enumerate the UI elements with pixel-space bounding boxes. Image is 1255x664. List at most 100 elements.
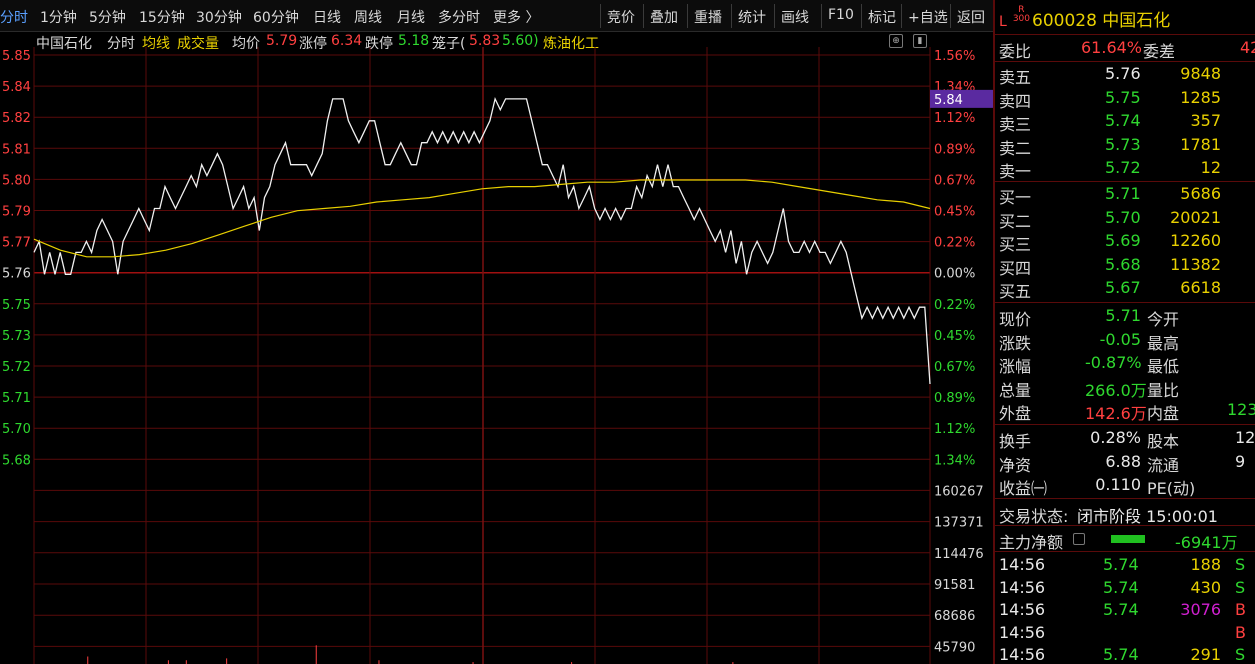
pct-tick: 0.67% (934, 173, 975, 188)
tick-time: 14:56 (999, 600, 1046, 619)
bid-price: 5.70 (1105, 207, 1141, 227)
toolbar-button-3[interactable]: 统计 (738, 7, 766, 27)
volume-tick: 137371 (934, 516, 984, 531)
toolbar-button-7[interactable]: +自选 (908, 7, 948, 27)
tick-time: 14:56 (999, 555, 1046, 574)
ask-label: 卖五 (999, 68, 1032, 87)
divider (995, 34, 1255, 35)
period-tab-3[interactable]: 15分钟 (139, 7, 185, 27)
ask-row: 卖一 5.72 12 (995, 156, 1255, 181)
fund-row: 净资 6.88 流通 9 (995, 450, 1255, 475)
bid-row: 买一 5.71 5686 (995, 182, 1255, 207)
bid-vol: 5686 (1180, 184, 1221, 203)
period-toolbar: 分时 1分钟 5分钟 15分钟 30分钟 60分钟 日线 周线 月线 多分时 更多 〉 竞价 叠加 重播统… (0, 0, 993, 32)
volume-tick: 68686 (934, 609, 975, 624)
mainforce-label: 主力净额 (999, 533, 1064, 552)
quote-value: -0.05 (1099, 329, 1141, 349)
ask-vol: 12 (1200, 158, 1221, 177)
tick-row: 14:56 5.74 3076 B (995, 598, 1255, 621)
pct-tick: 0.22% (934, 298, 975, 313)
tick-vol: 3076 (1180, 600, 1221, 619)
period-tab-8[interactable]: 月线 (397, 7, 425, 27)
toolbar-button-2[interactable]: 重播 (694, 7, 722, 27)
tick-price: 5.74 (1103, 600, 1139, 619)
price-tick: 5.85 (2, 49, 31, 64)
price-tick: 5.70 (2, 422, 31, 437)
fund-label: 收益㈠ (999, 479, 1048, 498)
bid-price: 5.69 (1105, 231, 1141, 250)
quote-row: 总量 266.0万 量比 (995, 375, 1255, 400)
period-tab-2[interactable]: 5分钟 (89, 7, 126, 27)
bid-vol: 12260 (1170, 231, 1221, 250)
period-tab-4[interactable]: 30分钟 (196, 7, 242, 27)
quote-value: 5.71 (1105, 306, 1141, 325)
period-tab-9[interactable]: 多分时 (438, 7, 480, 27)
bid-row: 买三 5.69 12260 (995, 229, 1255, 254)
quote-label: 涨跌 (999, 333, 1032, 353)
quote-label: 最低 (1147, 357, 1180, 376)
toolbar-button-5[interactable]: F10 (828, 7, 854, 23)
toolbar-button-8[interactable]: 返回 (957, 7, 985, 27)
ask-row: 卖五 5.76 9848 (995, 62, 1255, 87)
ask-label: 卖一 (999, 162, 1032, 181)
pct-tick: 0.89% (934, 391, 975, 406)
ask-price: 5.75 (1105, 87, 1141, 107)
avg-line (33, 179, 931, 258)
panel-toggle-icon[interactable]: ▮ (913, 34, 927, 48)
divider (995, 498, 1255, 499)
status-value: 闭市阶段 15:00:01 (1077, 507, 1218, 526)
toolbar-button-0[interactable]: 竞价 (607, 7, 635, 27)
pct-tick: 0.45% (934, 329, 975, 344)
list-icon[interactable] (1073, 533, 1085, 545)
tick-vol: 430 (1190, 577, 1221, 597)
divider (995, 424, 1255, 425)
toolbar-button-1[interactable]: 叠加 (650, 7, 678, 27)
ask-row: 卖四 5.75 1285 (995, 86, 1255, 111)
period-tab-5[interactable]: 60分钟 (253, 7, 299, 27)
quote-label: 涨幅 (999, 357, 1032, 376)
tick-vol: 291 (1190, 645, 1221, 664)
quote-row: 涨幅 -0.87% 最低 (995, 351, 1255, 376)
tick-row: 14:56 B (995, 621, 1255, 644)
pct-tick: 0.67% (934, 360, 975, 375)
pct-tick: 1.12% (934, 422, 975, 437)
quote-row: 涨跌 -0.05 最高 (995, 328, 1255, 353)
bid-row: 买二 5.70 20021 (995, 206, 1255, 231)
period-tab-0[interactable]: 分时 (0, 7, 28, 27)
price-tick: 5.75 (2, 298, 31, 313)
toolbar-button-6[interactable]: 标记 (868, 7, 896, 27)
tick-side: S (1235, 645, 1246, 664)
bid-row: 买四 5.68 11382 (995, 253, 1255, 278)
pct-tick: 0.89% (934, 142, 975, 157)
timeshare-chart[interactable]: 5.85 1.56% 5.84 1.34% 5.82 1.12% 5.81 0.89% 5.80… (0, 47, 993, 664)
price-tick: 5.84 (2, 80, 31, 95)
toolbar-button-4[interactable]: 画线 (781, 7, 809, 27)
quote-value: 266.0万 (1085, 380, 1147, 400)
pct-tick: 0.22% (934, 236, 975, 251)
bid-label: 买一 (999, 188, 1032, 207)
tick-time: 14:56 (999, 645, 1046, 664)
expand-icon[interactable]: ⊕ (889, 34, 903, 48)
fund-row: 换手 0.28% 股本 12 (995, 426, 1255, 451)
tick-price: 5.74 (1103, 577, 1139, 597)
period-tab-1[interactable]: 1分钟 (40, 7, 77, 27)
pct-tick: 0.45% (934, 205, 975, 220)
divider (995, 302, 1255, 303)
volume-tick: 91581 (934, 578, 975, 593)
pct-tick: 1.34% (934, 453, 975, 468)
price-marker-value: 5.84 (934, 93, 963, 108)
period-tab-6[interactable]: 日线 (313, 7, 341, 27)
quote-value: 142.6万 (1085, 404, 1147, 423)
weicha-value: 42 (1240, 38, 1255, 57)
period-tab-10[interactable]: 更多 〉 (493, 7, 539, 27)
bid-label: 买四 (999, 258, 1032, 278)
fund-value: 9 (1235, 451, 1246, 471)
bid-price: 5.71 (1105, 184, 1141, 203)
weibi-value: 61.64% (1081, 38, 1143, 57)
fund-label: 净资 (999, 455, 1032, 475)
tick-side: B (1235, 622, 1246, 642)
tick-side: S (1235, 577, 1246, 597)
period-tab-7[interactable]: 周线 (354, 7, 382, 27)
volume-tick: 45790 (934, 640, 975, 655)
fund-value: 0.110 (1095, 475, 1141, 494)
